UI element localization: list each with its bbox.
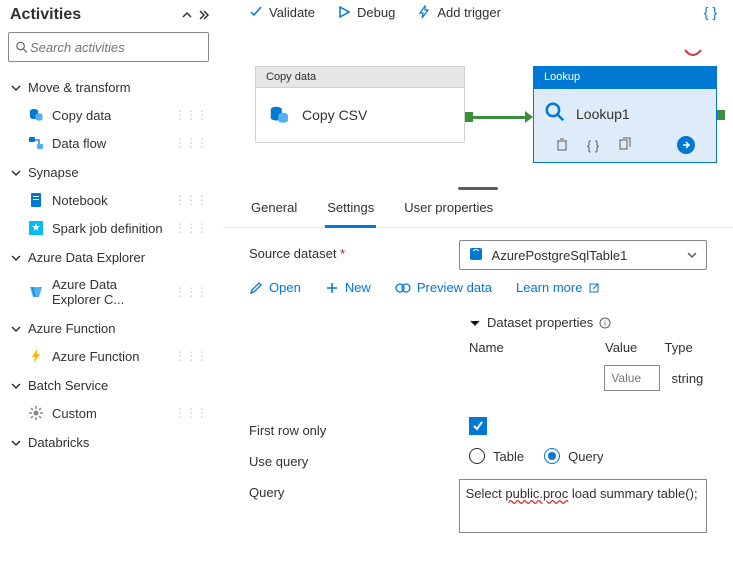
copy-data-icon	[268, 104, 290, 126]
check-icon	[249, 5, 263, 19]
dataset-actions: Open New Preview data Learn more	[249, 280, 707, 295]
node-label: Lookup1	[576, 106, 630, 122]
open-dataset-link[interactable]: Open	[249, 280, 301, 295]
activity-data-flow[interactable]: Data flow ⋮⋮⋮	[0, 129, 217, 157]
function-icon	[28, 348, 44, 364]
query-label: Query	[249, 479, 459, 500]
settings-form: Source dataset * AzurePostgreSqlTable1 O…	[223, 228, 733, 543]
first-row-only-checkbox[interactable]	[469, 417, 487, 435]
node-lookup[interactable]: Lookup Lookup1 { }	[533, 66, 717, 163]
drag-handle-icon: ⋮⋮⋮	[174, 136, 207, 150]
chevron-down-icon	[10, 252, 22, 264]
chevron-down-icon	[10, 323, 22, 335]
drag-handle-icon: ⋮⋮⋮	[174, 349, 207, 363]
drag-handle-icon: ⋮⋮⋮	[174, 108, 207, 122]
lookup-icon	[544, 101, 566, 126]
external-link-icon	[588, 282, 600, 294]
first-row-only-label: First row only	[249, 417, 469, 438]
code-icon[interactable]: { }	[587, 138, 599, 153]
settings-tabs: General Settings User properties	[223, 192, 733, 228]
play-icon	[337, 5, 351, 19]
custom-icon	[28, 405, 44, 421]
tab-settings[interactable]: Settings	[325, 192, 376, 228]
node-header: Lookup	[533, 66, 717, 88]
adx-icon	[28, 284, 44, 300]
output-handle[interactable]	[717, 110, 725, 120]
new-dataset-link[interactable]: New	[325, 280, 371, 295]
activity-azure-function[interactable]: Azure Function ⋮⋮⋮	[0, 342, 217, 370]
category-databricks[interactable]: Databricks	[0, 427, 217, 456]
activity-custom[interactable]: Custom ⋮⋮⋮	[0, 399, 217, 427]
source-dataset-select[interactable]: AzurePostgreSqlTable1	[459, 240, 707, 270]
notebook-icon	[28, 192, 44, 208]
chevron-down-icon	[469, 317, 481, 329]
chevron-down-icon	[686, 249, 698, 261]
chevron-down-icon	[10, 82, 22, 94]
use-query-radio-group: Table Query	[469, 448, 603, 464]
tab-general[interactable]: General	[249, 192, 299, 227]
activity-notebook[interactable]: Notebook ⋮⋮⋮	[0, 186, 217, 214]
collapse-up-icon[interactable]	[181, 6, 209, 23]
trigger-icon	[417, 5, 431, 19]
validate-button[interactable]: Validate	[249, 5, 315, 20]
source-dataset-label: Source dataset *	[249, 240, 459, 261]
spark-icon	[28, 220, 44, 236]
dataset-prop-columns: Name Value Type	[469, 340, 707, 355]
dataset-properties-header[interactable]: Dataset properties i	[469, 315, 707, 330]
category-batch[interactable]: Batch Service	[0, 370, 217, 399]
use-query-label: Use query	[249, 448, 469, 469]
preview-icon	[395, 283, 411, 293]
connector-arrow	[465, 112, 533, 122]
view-json-button[interactable]: { }	[704, 4, 717, 20]
node-copy-data[interactable]: Copy data Copy CSV	[255, 66, 465, 143]
pencil-icon	[249, 281, 263, 295]
tab-user-properties[interactable]: User properties	[402, 192, 495, 227]
category-azure-function[interactable]: Azure Function	[0, 313, 217, 342]
activity-copy-data[interactable]: Copy data ⋮⋮⋮	[0, 101, 217, 129]
postgres-icon	[468, 246, 484, 265]
preview-data-link[interactable]: Preview data	[395, 280, 492, 295]
add-trigger-button[interactable]: Add trigger	[417, 5, 501, 20]
query-textarea[interactable]: Select public.proc load summary table();	[459, 479, 707, 533]
data-flow-icon	[28, 135, 44, 151]
activity-spark-job[interactable]: Spark job definition ⋮⋮⋮	[0, 214, 217, 242]
activities-sidebar: Activities Move & transform Copy data ⋮⋮…	[0, 0, 223, 572]
search-icon	[15, 40, 28, 54]
run-icon[interactable]	[677, 136, 695, 154]
pipeline-toolbar: Validate Debug Add trigger { }	[223, 0, 733, 24]
info-icon: i	[599, 317, 611, 329]
collapse-caret-icon[interactable]	[683, 48, 703, 60]
chevron-down-icon	[10, 167, 22, 179]
chevron-down-icon	[10, 437, 22, 449]
dataset-prop-row: string	[469, 365, 707, 391]
sidebar-title: Activities	[10, 6, 81, 24]
search-activities-input[interactable]	[8, 32, 209, 62]
node-header: Copy data	[255, 66, 465, 87]
pipeline-canvas[interactable]: Copy data Copy CSV Lookup Lookup1	[223, 24, 733, 184]
learn-more-link[interactable]: Learn more	[516, 280, 600, 295]
drag-handle-icon: ⋮⋮⋮	[174, 285, 207, 299]
main-pane: Validate Debug Add trigger { } Copy data…	[223, 0, 733, 572]
dataset-properties: Dataset properties i Name Value Type str…	[469, 315, 707, 391]
category-synapse[interactable]: Synapse	[0, 157, 217, 186]
drag-handle-icon: ⋮⋮⋮	[174, 221, 207, 235]
plus-icon	[325, 281, 339, 295]
activity-adx-command[interactable]: Azure Data Explorer C... ⋮⋮⋮	[0, 271, 217, 313]
delete-icon[interactable]	[555, 137, 569, 154]
drag-handle-icon: ⋮⋮⋮	[174, 406, 207, 420]
category-move-transform[interactable]: Move & transform	[0, 72, 217, 101]
use-query-radio-table[interactable]: Table	[469, 448, 524, 464]
drag-handle-icon: ⋮⋮⋮	[174, 193, 207, 207]
node-label: Copy CSV	[302, 107, 367, 123]
chevron-down-icon	[10, 380, 22, 392]
debug-button[interactable]: Debug	[337, 5, 395, 20]
category-adx[interactable]: Azure Data Explorer	[0, 242, 217, 271]
check-icon	[471, 419, 485, 433]
copy-data-icon	[28, 107, 44, 123]
use-query-radio-query[interactable]: Query	[544, 448, 603, 464]
clone-icon[interactable]	[617, 137, 631, 154]
dataset-prop-value-input[interactable]	[604, 365, 660, 391]
panel-resize-handle[interactable]	[223, 184, 733, 192]
svg-text:i: i	[604, 319, 606, 328]
